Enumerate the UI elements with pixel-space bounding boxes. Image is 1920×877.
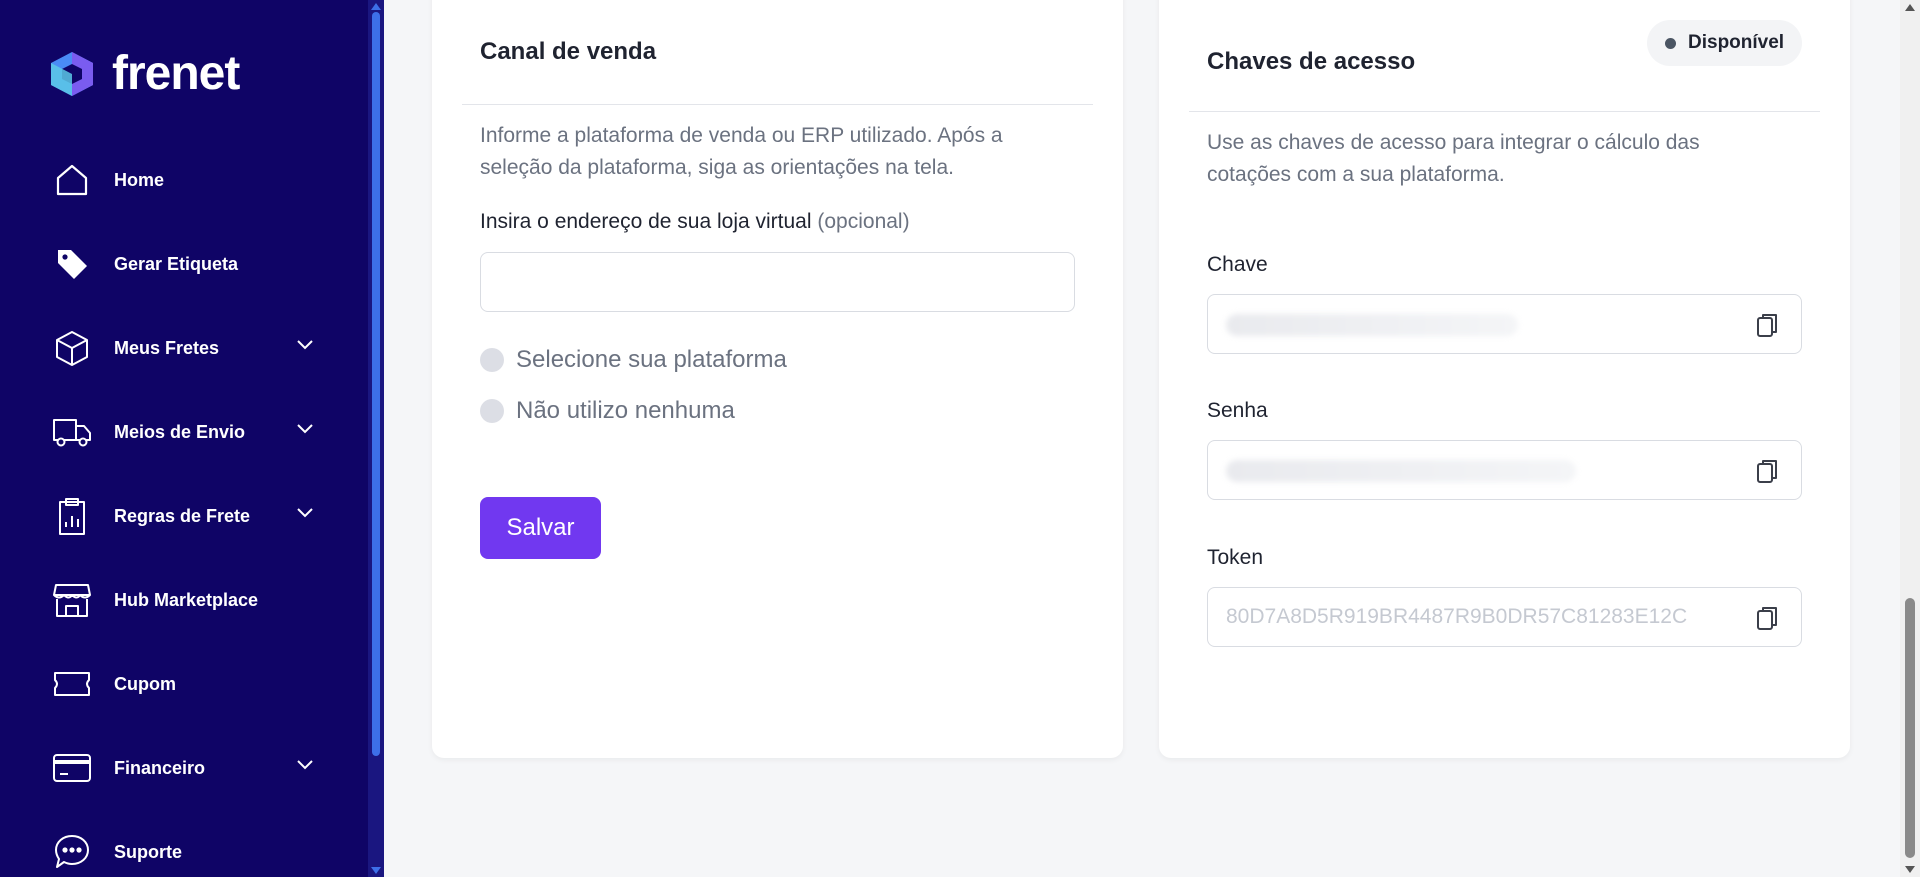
sidebar-item-label: Meus Fretes: [114, 337, 220, 358]
password-field[interactable]: [1207, 440, 1802, 500]
key-label: Chave: [1207, 253, 1268, 276]
store-icon: [52, 580, 92, 620]
chat-icon: [52, 832, 92, 872]
copy-icon[interactable]: [1755, 605, 1779, 631]
radio-no-platform[interactable]: Não utilizo nenhuma: [480, 397, 735, 425]
sidebar-nav: Home Gerar Etiqueta Meus Fretes Meios de…: [0, 138, 368, 877]
divider: [1189, 111, 1820, 112]
scroll-down-arrow-icon[interactable]: [1905, 866, 1915, 873]
store-url-input[interactable]: [480, 252, 1075, 312]
sidebar-scrollbar[interactable]: [368, 0, 384, 877]
copy-icon[interactable]: [1755, 312, 1779, 338]
sales-channel-description: Informe a plataforma de venda ou ERP uti…: [480, 124, 1003, 179]
password-label: Senha: [1207, 399, 1268, 422]
sidebar-item-label: Cupom: [114, 673, 176, 694]
brand-name: frenet: [112, 47, 240, 100]
truck-icon: [52, 412, 92, 452]
sales-channel-card: Canal de venda Informe a plataforma de v…: [432, 0, 1123, 758]
store-url-label: Insira o endereço de sua loja virtual (o…: [480, 210, 910, 233]
page-scrollbar-thumb[interactable]: [1905, 598, 1915, 858]
box-icon: [52, 328, 92, 368]
card-title: Chaves de acesso: [1207, 48, 1416, 75]
sidebar-item-label: Suporte: [114, 841, 183, 862]
sidebar-item-label: Home: [114, 169, 165, 190]
tag-icon: [52, 244, 92, 284]
page-scrollbar[interactable]: [1900, 0, 1920, 877]
ticket-icon: [52, 664, 92, 704]
sidebar-item-financeiro[interactable]: Financeiro: [0, 726, 368, 810]
sidebar-item-meus-fretes[interactable]: Meus Fretes: [0, 306, 368, 390]
card-title: Canal de venda: [480, 38, 657, 65]
chevron-down-icon[interactable]: [296, 338, 314, 352]
optional-hint: (opcional): [817, 210, 910, 233]
chevron-down-icon[interactable]: [296, 506, 314, 520]
status-dot: [1665, 37, 1676, 49]
sidebar-scrollbar-thumb[interactable]: [372, 12, 380, 756]
sidebar-item-home[interactable]: Home: [0, 138, 368, 222]
copy-icon[interactable]: [1755, 458, 1779, 484]
radio-label: Selecione sua plataforma: [516, 346, 787, 373]
radio-button[interactable]: [480, 348, 504, 372]
status-badge: Disponível: [1647, 20, 1803, 66]
sidebar-item-hub-marketplace[interactable]: Hub Marketplace: [0, 558, 368, 642]
hexagon-logo-icon: [51, 51, 93, 96]
sidebar-item-regras-de-frete[interactable]: Regras de Frete: [0, 474, 368, 558]
radio-label: Não utilizo nenhuma: [516, 397, 735, 424]
sidebar: frenet Home Gerar Etiqueta Meus Fretes M…: [0, 0, 368, 877]
chevron-down-icon[interactable]: [296, 422, 314, 436]
sidebar-item-label: Financeiro: [114, 757, 206, 778]
access-keys-description: Use as chaves de acesso para integrar o …: [1207, 131, 1700, 186]
sidebar-item-meios-de-envio[interactable]: Meios de Envio: [0, 390, 368, 474]
sidebar-item-label: Meios de Envio: [114, 421, 246, 442]
sidebar-item-label: Regras de Frete: [114, 505, 251, 526]
scroll-up-arrow-icon[interactable]: [371, 3, 381, 10]
key-field[interactable]: [1207, 294, 1802, 354]
token-value: 80D7A8D5R919BR4487R9B0DR57C81283E12C: [1226, 605, 1688, 628]
sidebar-item-label: Gerar Etiqueta: [114, 253, 239, 274]
chevron-down-icon[interactable]: [296, 758, 314, 772]
redacted-value: [1226, 460, 1576, 482]
sidebar-item-gerar-etiqueta[interactable]: Gerar Etiqueta: [0, 222, 368, 306]
token-label: Token: [1207, 546, 1264, 569]
home-icon: [52, 160, 92, 200]
scroll-down-arrow-icon[interactable]: [371, 867, 381, 874]
clipboard-chart-icon: [52, 496, 92, 536]
sidebar-item-cupom[interactable]: Cupom: [0, 642, 368, 726]
radio-button[interactable]: [480, 399, 504, 423]
redacted-value: [1226, 314, 1518, 336]
sidebar-item-suporte[interactable]: Suporte: [0, 810, 368, 877]
sidebar-item-label: Hub Marketplace: [114, 589, 259, 610]
token-field[interactable]: 80D7A8D5R919BR4487R9B0DR57C81283E12C: [1207, 587, 1802, 647]
divider: [462, 104, 1093, 105]
save-button[interactable]: Salvar: [480, 497, 601, 559]
scroll-up-arrow-icon[interactable]: [1905, 4, 1915, 11]
brand-logo[interactable]: frenet: [46, 46, 240, 101]
radio-select-platform[interactable]: Selecione sua plataforma: [480, 346, 787, 374]
access-keys-card: Chaves de acesso Disponível Use as chave…: [1159, 0, 1850, 758]
credit-card-icon: [52, 748, 92, 788]
main-content: Canal de venda Informe a plataforma de v…: [384, 0, 1900, 877]
